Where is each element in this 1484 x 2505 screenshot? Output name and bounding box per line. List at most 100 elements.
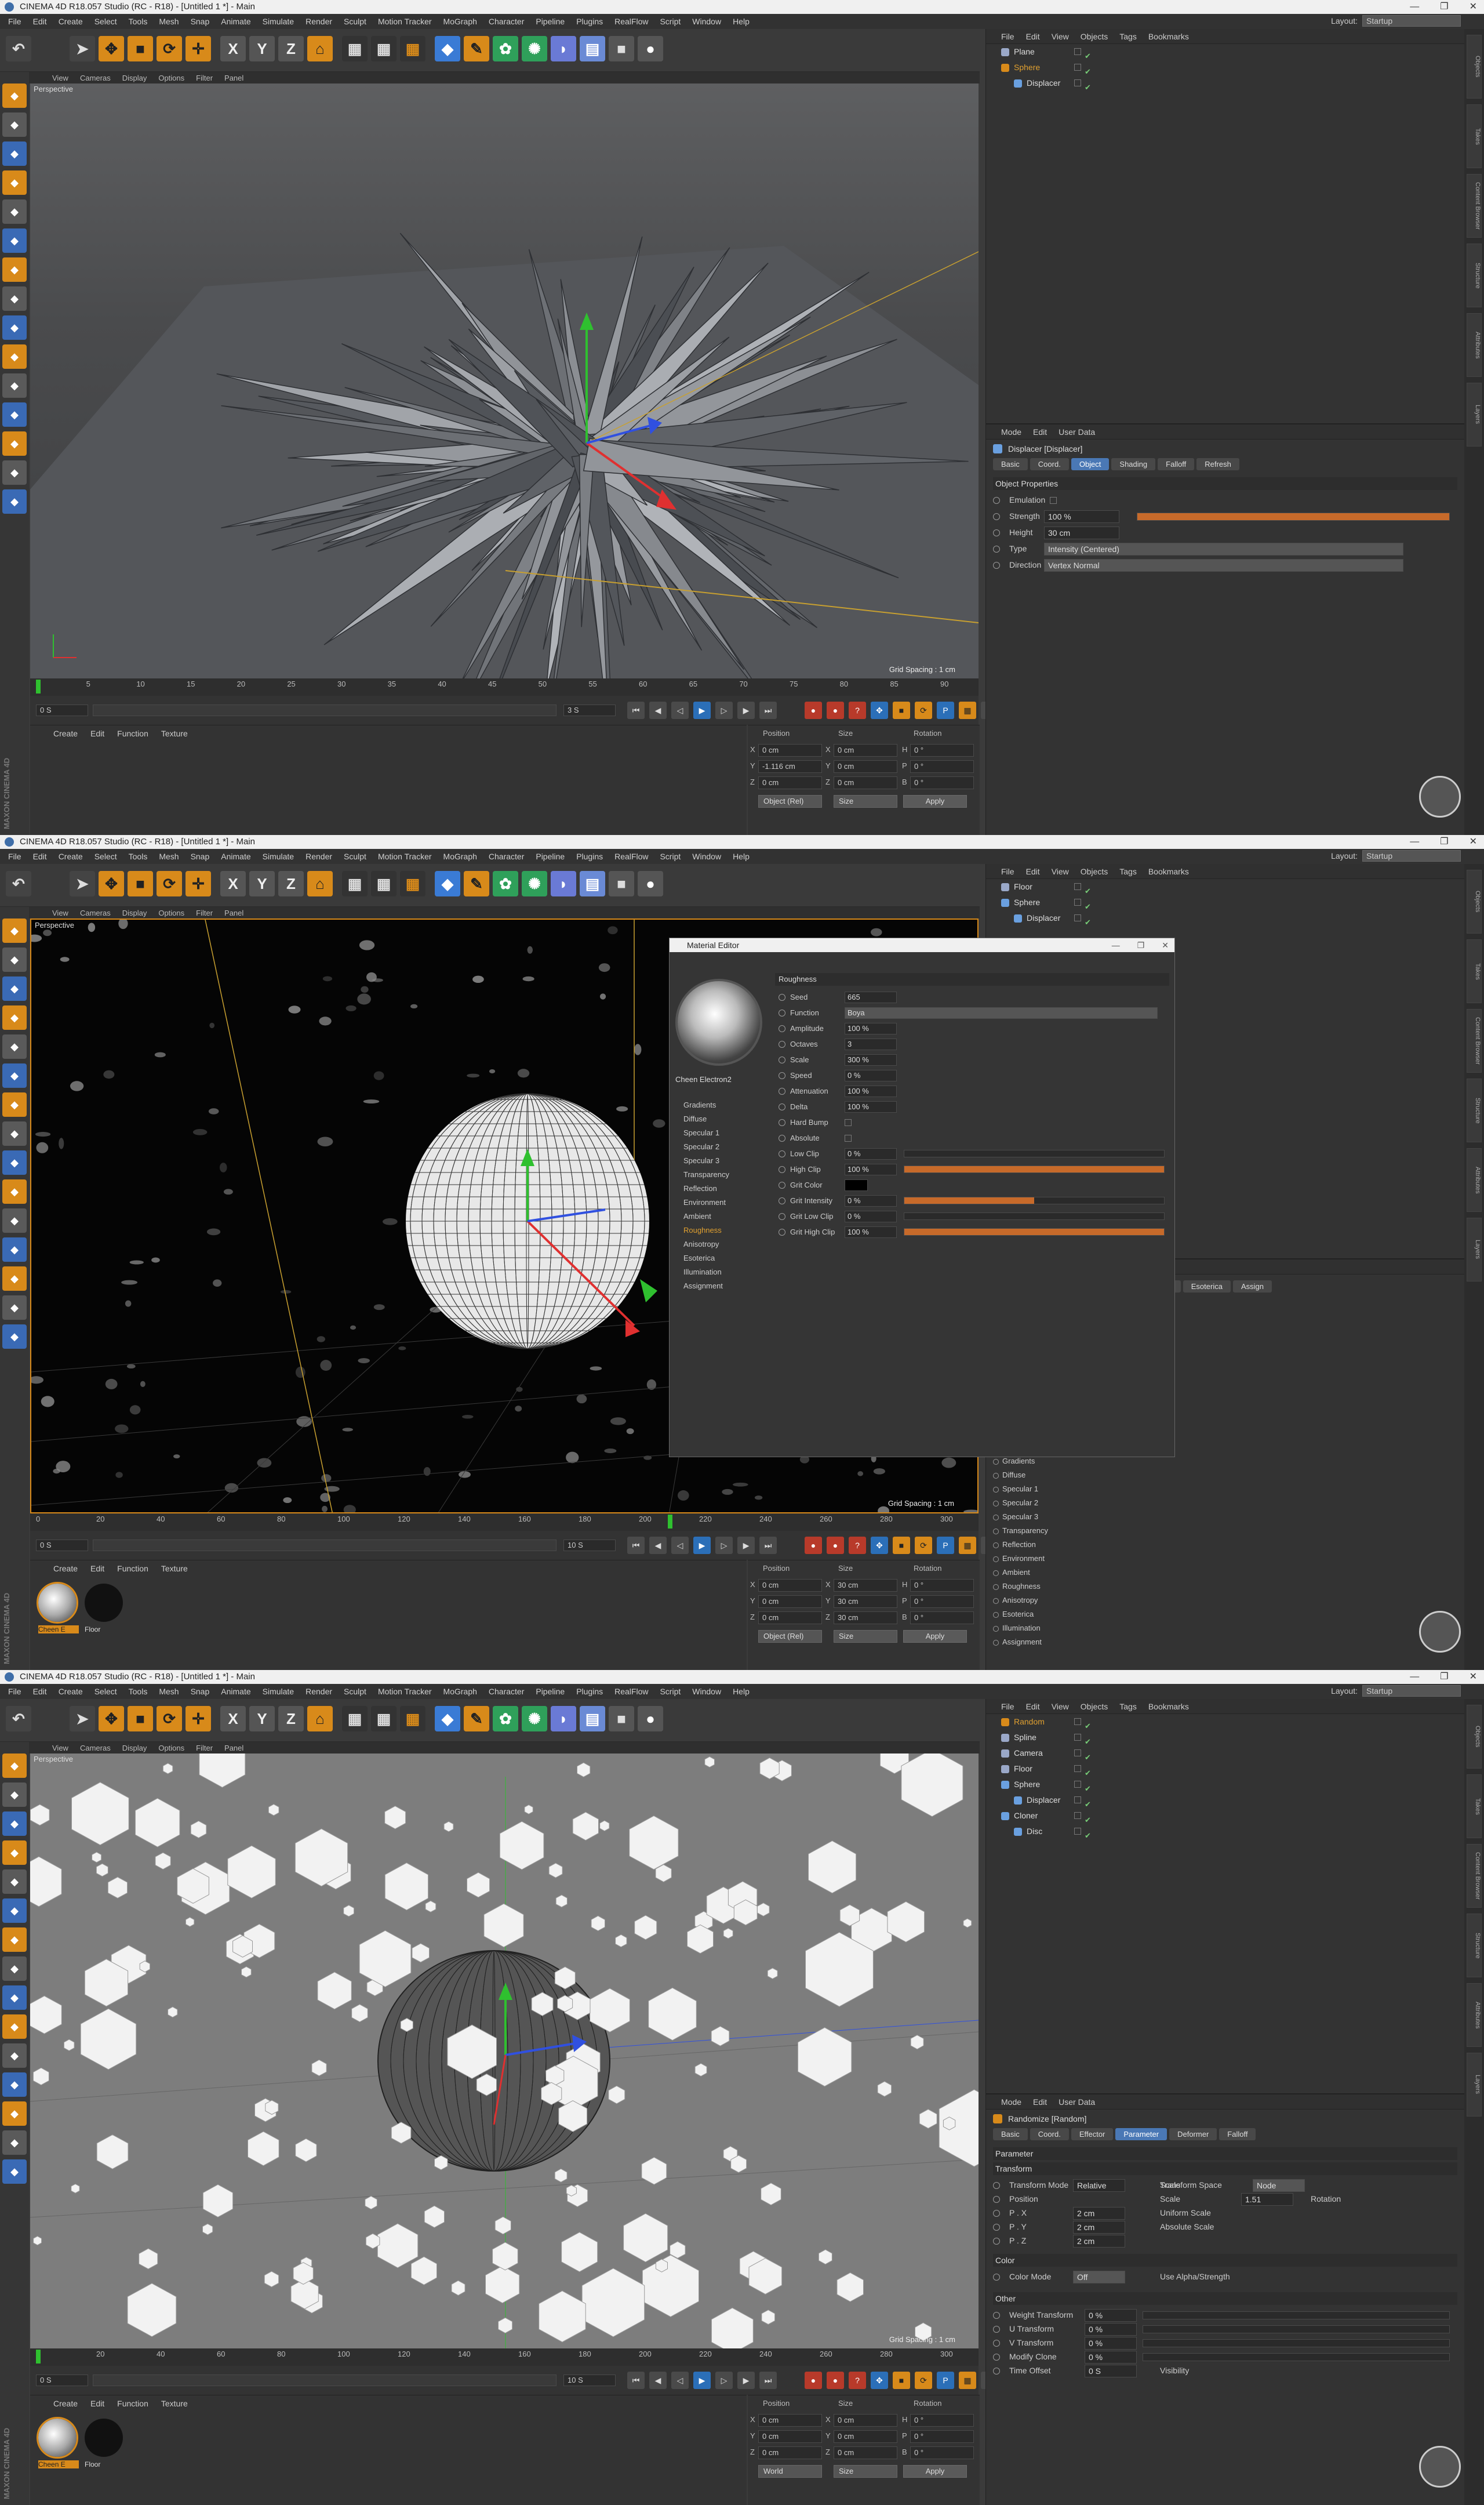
workplane-icon[interactable]: ◆ — [2, 170, 27, 195]
polygons-mode-icon[interactable]: ◆ — [2, 1927, 27, 1952]
play-icon[interactable]: ▶ — [693, 2372, 711, 2389]
texture-mode-icon[interactable]: ◆ — [2, 141, 27, 166]
polygons-mode-icon[interactable]: ◆ — [2, 1092, 27, 1117]
tab-effector[interactable]: Effector — [1071, 2128, 1114, 2140]
visibility-dot-icon[interactable] — [1074, 883, 1081, 890]
scale-icon[interactable]: ■ — [128, 1706, 153, 1731]
keyframe-circle-icon[interactable] — [993, 2210, 1000, 2217]
size-x-field[interactable]: 0 cm — [834, 2414, 897, 2427]
param-value[interactable]: 0 % — [845, 1070, 897, 1081]
position-y-field[interactable]: 0 cm — [758, 2430, 822, 2443]
rotate-icon[interactable]: ⟳ — [157, 1706, 182, 1731]
keyframe-circle-icon[interactable] — [993, 1515, 999, 1520]
scale-key-icon[interactable]: ■ — [893, 1537, 910, 1554]
material-swatch[interactable] — [85, 1584, 123, 1622]
apply-button[interactable]: Apply — [903, 795, 967, 808]
pla-key-icon[interactable]: ▦ — [959, 702, 976, 719]
make-editable-icon[interactable]: ◆ — [2, 919, 27, 943]
timeline-ruler[interactable]: 0 20 40 60 80 100 120 140 160 180 200 220 240 260 280 3… — [30, 1513, 979, 1531]
position-y-field[interactable]: -1.116 cm — [758, 760, 822, 773]
menu-window[interactable]: Window — [692, 1687, 721, 1696]
viewport-menu-filter[interactable]: Filter — [196, 909, 213, 917]
menu-tools[interactable]: Tools — [129, 852, 148, 861]
viewport-menu-cameras[interactable]: Cameras — [80, 74, 111, 82]
menu-motion-tracker[interactable]: Motion Tracker — [378, 1687, 432, 1696]
grit-color-swatch[interactable] — [845, 1179, 868, 1191]
object-row-plane[interactable]: Plane ✔ — [986, 44, 1464, 60]
close-icon[interactable]: ✕ — [1470, 0, 1477, 14]
material-menu-function[interactable]: Function — [117, 2399, 148, 2408]
menu-snap[interactable]: Snap — [191, 1687, 210, 1696]
material-menu-edit[interactable]: Edit — [90, 2399, 104, 2408]
soft-select-icon[interactable]: ◆ — [2, 1237, 27, 1262]
move-icon[interactable]: ✥ — [99, 1706, 124, 1731]
material-swatch[interactable] — [37, 2417, 78, 2459]
keyframe-circle-icon[interactable] — [993, 1626, 999, 1632]
size-z-field[interactable]: 30 cm — [834, 1611, 897, 1624]
record-icon[interactable]: ● — [805, 702, 822, 719]
object-menu-file[interactable]: File — [1001, 1702, 1014, 1711]
size-z-field[interactable]: 0 cm — [834, 776, 897, 789]
side-tab-attributes[interactable]: Attributes — [1467, 1983, 1482, 2047]
menu-mesh[interactable]: Mesh — [159, 1687, 179, 1696]
channel-diffuse[interactable]: Diffuse — [673, 1114, 772, 1123]
object-row-displacer[interactable]: Displacer ✔ — [986, 1792, 1464, 1809]
scale-key-icon[interactable]: ■ — [893, 2372, 910, 2389]
edges-mode-icon[interactable]: ◆ — [2, 1898, 27, 1923]
object-menu-objects[interactable]: Objects — [1081, 1702, 1108, 1711]
x-axis-icon[interactable]: X — [220, 1706, 246, 1731]
material-menu-texture[interactable]: Texture — [161, 729, 188, 738]
channel-assignment[interactable]: Assignment — [673, 1281, 772, 1290]
param-value[interactable]: 0 % — [845, 1211, 897, 1222]
param-key-icon[interactable]: P — [937, 702, 954, 719]
frame-start-field[interactable]: 0 S — [36, 1540, 88, 1551]
texture-mode-icon[interactable]: ◆ — [2, 976, 27, 1001]
object-row-random[interactable]: Random ✔ — [986, 1714, 1464, 1730]
object-row-displacer[interactable]: Displacer ✔ — [986, 910, 1464, 927]
visibility-dot-icon[interactable] — [1074, 1812, 1081, 1819]
model-mode-icon[interactable]: ◆ — [2, 947, 27, 972]
keyframe-circle-icon[interactable] — [779, 1119, 785, 1126]
param-slider[interactable] — [1143, 2311, 1450, 2319]
close-icon[interactable]: ✕ — [1470, 835, 1477, 849]
param-slider[interactable] — [1143, 2339, 1450, 2347]
menu-snap[interactable]: Snap — [191, 852, 210, 861]
viewport-menu-filter[interactable]: Filter — [196, 1744, 213, 1752]
side-tab-structure[interactable]: Structure — [1467, 244, 1482, 307]
attr-value-strength[interactable]: 100 % — [1044, 510, 1119, 523]
keyframe-circle-icon[interactable] — [993, 546, 1000, 553]
object-menu-bookmarks[interactable]: Bookmarks — [1148, 32, 1189, 41]
param-value[interactable]: 665 — [845, 992, 897, 1003]
tab-falloff[interactable]: Falloff — [1158, 458, 1195, 470]
channel-specular-3[interactable]: Specular 3 — [673, 1156, 772, 1165]
object-menu-tags[interactable]: Tags — [1119, 32, 1137, 41]
floor-icon[interactable]: ▤ — [580, 871, 605, 896]
rotation-b-field[interactable]: 0 ° — [910, 2446, 974, 2459]
render-view-icon[interactable]: ▦ — [342, 871, 368, 896]
object-menu-bookmarks[interactable]: Bookmarks — [1148, 1702, 1189, 1711]
z-axis-icon[interactable]: Z — [278, 1706, 304, 1731]
visibility-dot-icon[interactable] — [1074, 79, 1081, 86]
visibility-dot-icon[interactable] — [1074, 1718, 1081, 1725]
prev-key-icon[interactable]: ◀ — [649, 2372, 667, 2389]
goto-end-icon[interactable]: ⏭ — [759, 2372, 777, 2389]
viewport-menu-panel[interactable]: Panel — [224, 1744, 243, 1752]
play-icon[interactable]: ▶ — [693, 1537, 711, 1554]
param-value[interactable]: Relative — [1073, 2179, 1125, 2192]
menu-script[interactable]: Script — [660, 17, 681, 26]
viewport-menu-display[interactable]: Display — [122, 1744, 147, 1752]
side-tab-attributes[interactable]: Attributes — [1467, 313, 1482, 377]
edges-mode-icon[interactable]: ◆ — [2, 1063, 27, 1088]
live-select-icon[interactable]: ➤ — [70, 1706, 95, 1731]
menu-snap[interactable]: Snap — [191, 17, 210, 26]
attr-menu-user-data[interactable]: User Data — [1059, 2097, 1095, 2107]
model-mode-icon[interactable]: ◆ — [2, 112, 27, 137]
keyframe-circle-icon[interactable] — [993, 529, 1000, 536]
param-value[interactable]: 100 % — [845, 1086, 897, 1097]
side-tab-layers[interactable]: Layers — [1467, 1218, 1482, 1281]
param-key-icon[interactable]: P — [937, 1537, 954, 1554]
material-menu-create[interactable]: Create — [53, 2399, 78, 2408]
side-tab-takes[interactable]: Takes — [1467, 1774, 1482, 1838]
layers-icon[interactable]: ◆ — [2, 460, 27, 485]
recent-tool-icon[interactable]: ✛ — [186, 1706, 211, 1731]
